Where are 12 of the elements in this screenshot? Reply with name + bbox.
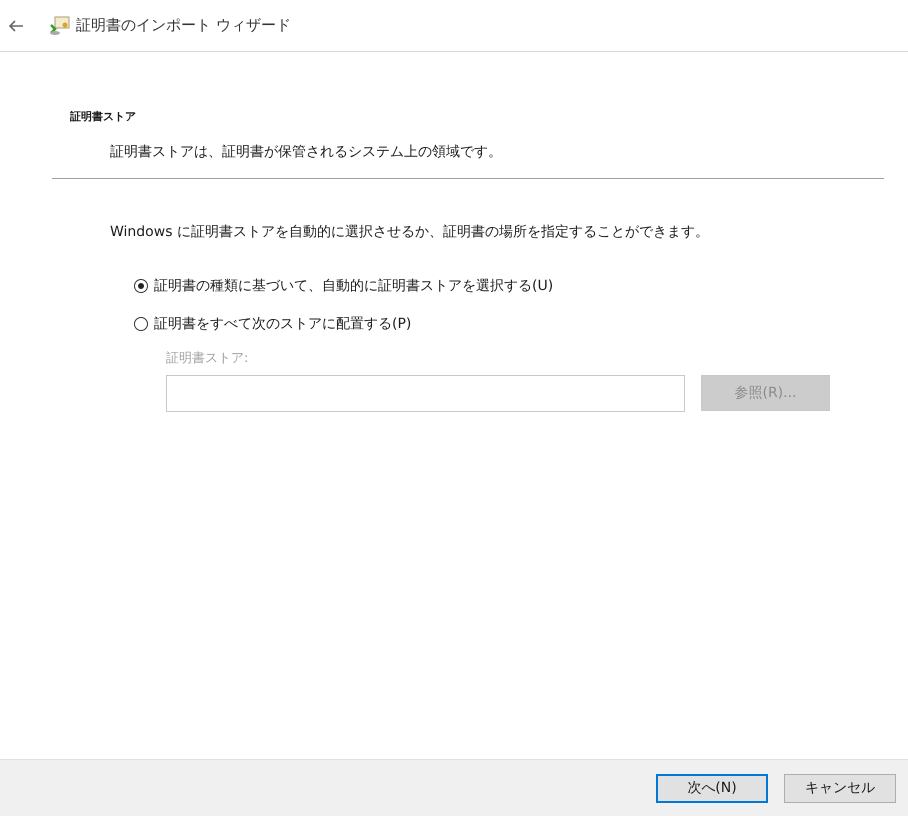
next-button[interactable]: 次へ(N) [656, 774, 768, 802]
radio-option[interactable]: 証明書の種類に基づいて、自動的に証明書ストアを選択する(U) [134, 277, 554, 295]
radio-button[interactable] [134, 317, 148, 331]
cancel-button[interactable]: キャンセル [784, 774, 896, 802]
window-title: 証明書のインポート ウィザード [76, 16, 291, 35]
radio-option[interactable]: 証明書をすべて次のストアに配置する(P) [134, 315, 412, 333]
field-label: 証明書ストア: [166, 350, 250, 367]
radio-button[interactable] [134, 279, 148, 293]
certificate-icon [48, 16, 70, 36]
section-title: 証明書ストア [70, 109, 137, 124]
section-description: 証明書ストアは、証明書が保管されるシステム上の領域です。 [110, 143, 503, 161]
instruction-text: Windows に証明書ストアを自動的に選択させるか、証明書の場所を指定することができます。 [110, 223, 710, 241]
